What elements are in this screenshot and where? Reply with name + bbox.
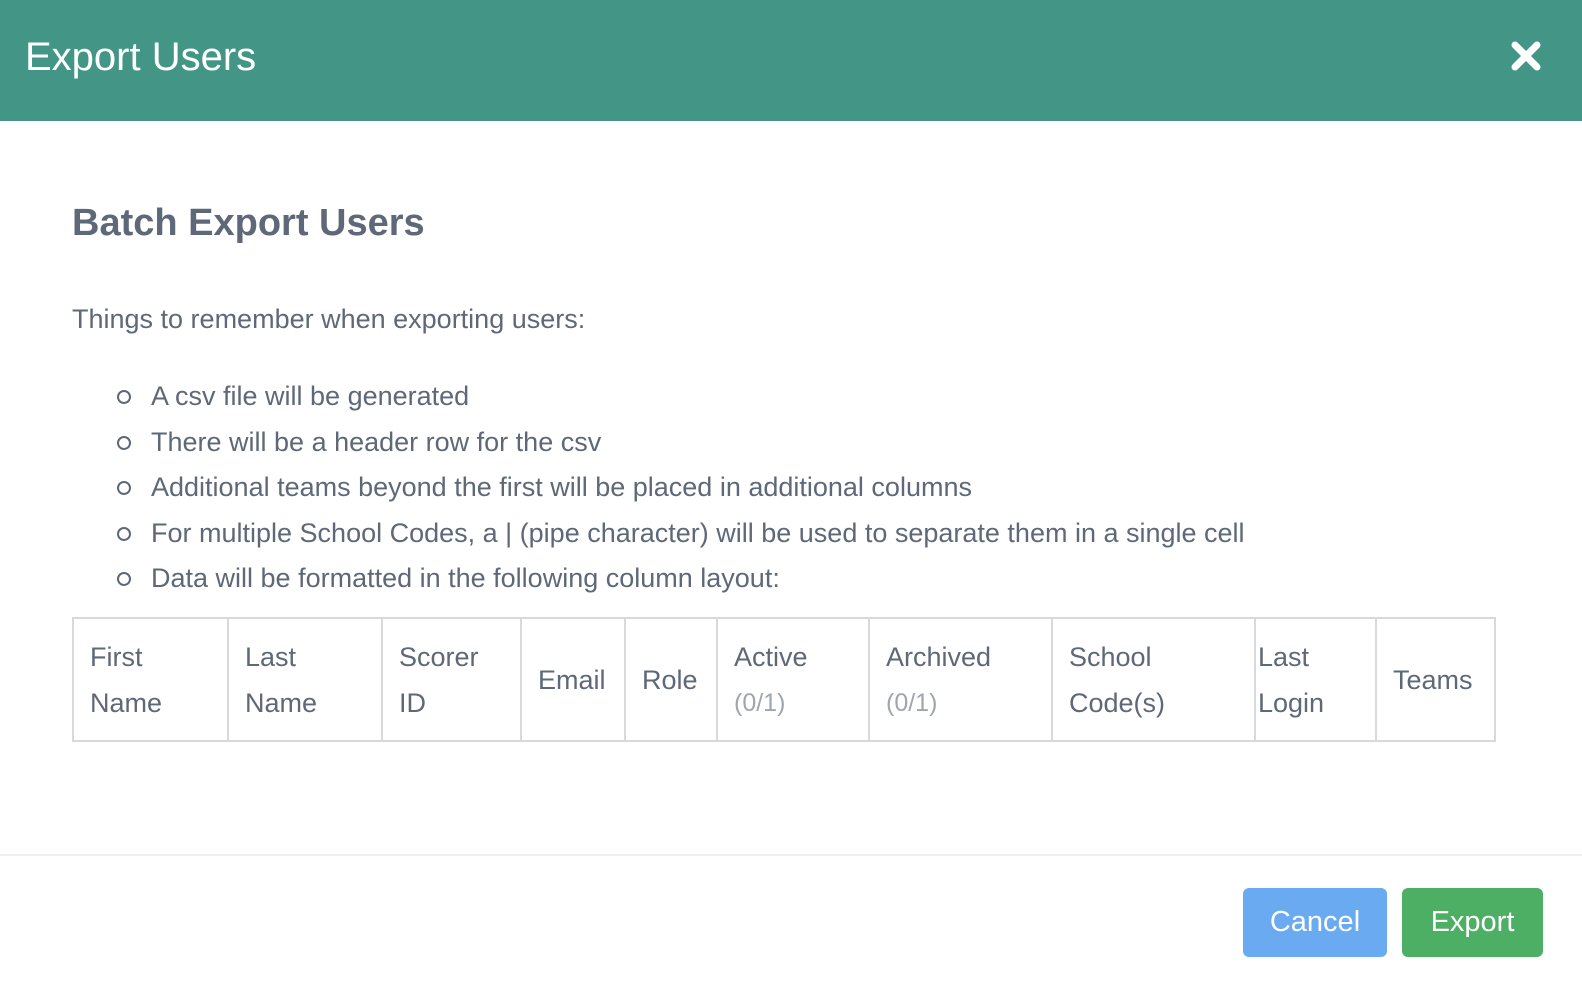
column-cell-archived: Archived (0/1) (868, 617, 1053, 742)
column-label: Scorer (399, 641, 479, 672)
export-users-modal: Export Users Batch Export Users Things t… (0, 0, 1582, 988)
column-label: Role (642, 664, 698, 695)
bullet-icon (117, 435, 131, 450)
intro-text: Things to remember when exporting users: (72, 304, 586, 334)
close-icon[interactable] (1508, 38, 1544, 74)
column-label: Login (1258, 687, 1325, 718)
bullet-icon (117, 526, 131, 541)
modal-header: Export Users (0, 0, 1582, 121)
column-cell-email: Email (520, 617, 626, 742)
column-cell-teams: Teams (1375, 617, 1496, 742)
column-label: Name (90, 687, 163, 718)
rule-text: Data will be formatted in the following … (151, 563, 780, 593)
rule-text: For multiple School Codes, a | (pipe cha… (151, 517, 1245, 548)
column-label: Teams (1393, 664, 1473, 695)
bullet-icon (117, 481, 131, 495)
column-cell-scorer-id: Scorer ID (381, 617, 522, 742)
column-cell-last-login: Last Login (1254, 617, 1377, 742)
column-sublabel: (0/1) (886, 688, 938, 717)
column-cell-active: Active (0/1) (716, 617, 870, 742)
cancel-button[interactable]: Cancel (1243, 888, 1387, 957)
bullet-icon (117, 390, 131, 404)
column-label: Name (245, 687, 318, 718)
list-item: Additional teams beyond the first will b… (72, 465, 1245, 511)
column-label: Last (1258, 641, 1310, 672)
export-button[interactable]: Export (1402, 888, 1543, 957)
rule-text: Additional teams beyond the first will b… (151, 472, 972, 502)
table-row: First Name Last Name Scorer ID Email Role A… (72, 617, 1496, 742)
modal-title: Export Users (25, 35, 257, 79)
column-sublabel: (0/1) (734, 688, 786, 717)
rule-text: A csv file will be generated (151, 381, 470, 411)
column-label: Code(s) (1069, 687, 1166, 718)
rule-text: There will be a header row for the csv (151, 426, 602, 457)
column-label: Archived (886, 641, 992, 672)
column-cell-role: Role (624, 617, 718, 742)
column-label: Active (734, 641, 808, 672)
column-label: School (1069, 641, 1152, 672)
rules-list: A csv file will be generated There will … (72, 374, 1245, 602)
column-layout-table: First Name Last Name Scorer ID Email Role A… (72, 617, 1496, 742)
footer-divider (0, 854, 1582, 856)
list-item: There will be a header row for the csv (72, 420, 1245, 466)
column-cell-last-name: Last Name (227, 617, 383, 742)
section-title: Batch Export Users (72, 202, 425, 244)
bullet-icon (117, 572, 131, 586)
column-label: First (90, 641, 143, 672)
column-cell-school-codes: School Code(s) (1051, 617, 1256, 742)
column-label: Last (245, 641, 297, 672)
column-label: ID (399, 687, 426, 718)
column-label: Email (538, 664, 606, 695)
list-item: A csv file will be generated (72, 374, 1245, 420)
column-cell-first-name: First Name (72, 617, 229, 742)
list-item: Data will be formatted in the following … (72, 556, 1245, 602)
list-item: For multiple School Codes, a | (pipe cha… (72, 511, 1245, 557)
